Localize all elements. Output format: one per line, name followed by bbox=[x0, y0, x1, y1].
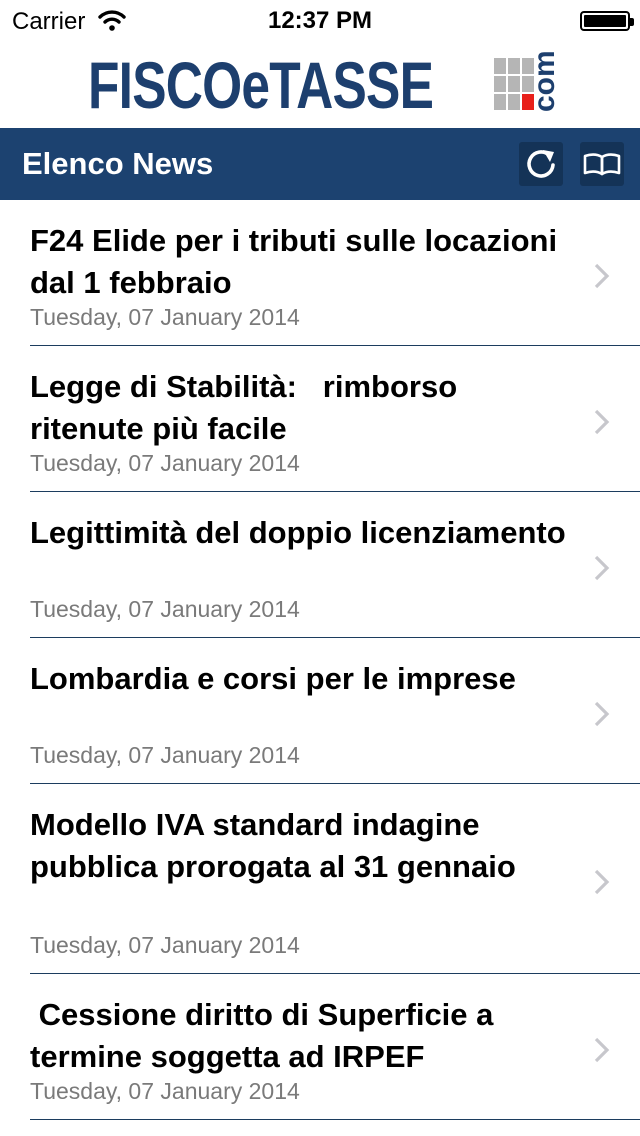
book-icon bbox=[583, 153, 621, 176]
chevron-right-icon bbox=[594, 869, 610, 895]
chevron-right-icon bbox=[594, 409, 610, 435]
news-title: Modello IVA standard indagine pubblica p… bbox=[30, 807, 516, 884]
news-date: Tuesday, 07 January 2014 bbox=[30, 450, 300, 476]
news-title: Legittimità del doppio licenziamento bbox=[30, 515, 566, 550]
book-button[interactable] bbox=[580, 142, 624, 186]
battery-tip bbox=[630, 18, 634, 26]
news-row[interactable]: Legittimità del doppio licenziamento Tues… bbox=[0, 492, 640, 638]
app-logo: FISCOeTASSE com bbox=[0, 48, 640, 122]
logo-suffix: com bbox=[528, 50, 561, 112]
news-row[interactable]: Lombardia e corsi per le imprese Tuesday,… bbox=[0, 638, 640, 784]
news-row[interactable]: Legge di Stabilità: rimborso ritenute pi… bbox=[0, 346, 640, 492]
chevron-right-icon bbox=[594, 701, 610, 727]
news-title: F24 Elide per i tributi sulle locazioni … bbox=[30, 223, 566, 300]
chevron-right-icon bbox=[594, 1037, 610, 1063]
news-date: Tuesday, 07 January 2014 bbox=[30, 304, 300, 330]
news-date: Tuesday, 07 January 2014 bbox=[30, 596, 300, 622]
chevron-right-icon bbox=[594, 555, 610, 581]
battery-level bbox=[584, 15, 626, 27]
refresh-button[interactable] bbox=[519, 142, 563, 186]
news-title: Cessione diritto di Superficie a termine… bbox=[30, 997, 503, 1074]
news-date: Tuesday, 07 January 2014 bbox=[30, 932, 300, 958]
page-title: Elenco News bbox=[22, 146, 214, 181]
refresh-icon bbox=[527, 150, 555, 178]
news-row[interactable]: Cessione diritto di Superficie a termine… bbox=[0, 974, 640, 1120]
news-row[interactable]: Modello IVA standard indagine pubblica p… bbox=[0, 784, 640, 974]
logo-wordmark: FISCOeTASSE bbox=[88, 48, 434, 122]
news-list: F24 Elide per i tributi sulle locazioni … bbox=[0, 200, 640, 1120]
chevron-right-icon bbox=[594, 263, 610, 289]
news-date: Tuesday, 07 January 2014 bbox=[30, 1078, 300, 1104]
news-row[interactable]: F24 Elide per i tributi sulle locazioni … bbox=[0, 200, 640, 346]
row-separator bbox=[30, 1119, 640, 1120]
battery-icon bbox=[580, 11, 634, 31]
news-title: Legge di Stabilità: rimborso ritenute pi… bbox=[30, 369, 466, 446]
status-bar: Carrier 12:37 PM bbox=[0, 0, 640, 40]
news-date: Tuesday, 07 January 2014 bbox=[30, 742, 300, 768]
news-title: Lombardia e corsi per le imprese bbox=[30, 661, 516, 696]
clock: 12:37 PM bbox=[267, 7, 373, 34]
navigation-bar: Elenco News bbox=[0, 128, 640, 200]
